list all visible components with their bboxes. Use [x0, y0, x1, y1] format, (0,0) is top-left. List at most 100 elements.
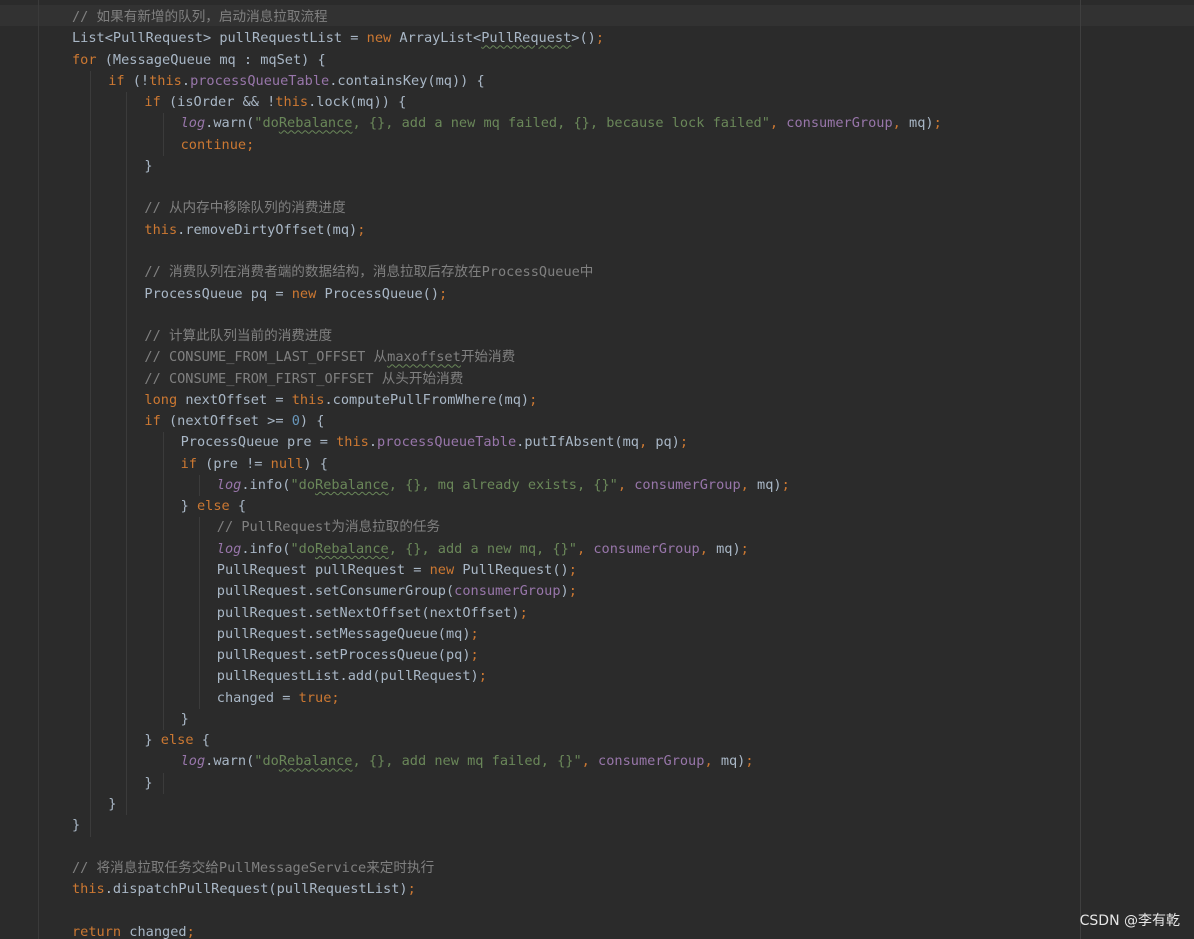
code-line[interactable]: log.info("doRebalance, {}, mq already ex…: [217, 475, 790, 496]
code-token: if: [144, 94, 169, 111]
code-line[interactable]: this.removeDirtyOffset(mq);: [144, 220, 365, 241]
code-token: 开始消费: [460, 349, 516, 366]
code-token: ;: [781, 476, 790, 493]
indent-guide: [199, 474, 200, 497]
code-token: // CONSUME_FROM_FIRST_OFFSET 从头开始消费: [144, 370, 464, 387]
code-line[interactable]: if (!this.processQueueTable.containsKey(…: [108, 71, 485, 92]
code-token: if: [180, 455, 206, 472]
code-token: ;: [568, 583, 577, 600]
code-line[interactable]: }: [144, 773, 152, 794]
code-token: ;: [186, 923, 195, 939]
code-token: }: [144, 732, 161, 749]
indent-guide: [126, 92, 127, 816]
code-token: ) {: [299, 413, 325, 430]
code-token: ,: [769, 115, 787, 132]
code-token: consumerGroup: [593, 540, 700, 557]
code-line[interactable]: // 消费队列在消费者端的数据结构，消息拉取后存放在ProcessQueue中: [144, 262, 593, 283]
code-token: .: [368, 434, 378, 451]
code-token: ;: [679, 434, 689, 451]
code-line[interactable]: } else {: [181, 496, 246, 517]
code-line[interactable]: if (nextOffset >= 0) {: [144, 411, 324, 432]
watermark: CSDN @李有乾: [1079, 913, 1180, 929]
indent-guide: [199, 517, 200, 709]
code-line[interactable]: PullRequest pullRequest = new PullReques…: [217, 560, 577, 581]
code-token: .removeDirtyOffset(mq): [177, 221, 358, 238]
code-line[interactable]: } else {: [144, 730, 209, 751]
code-line[interactable]: }: [144, 156, 152, 177]
code-token: pullRequest.setMessageQueue(mq): [216, 625, 471, 642]
code-token: for: [72, 51, 105, 68]
code-token: 0: [291, 413, 300, 430]
code-line[interactable]: // 从内存中移除队列的消费进度: [144, 198, 345, 219]
code-line[interactable]: }: [72, 815, 80, 836]
code-token: {: [237, 498, 247, 515]
code-token: log: [180, 753, 206, 770]
code-line[interactable]: log.info("doRebalance, {}, add a new mq,…: [217, 539, 749, 560]
code-token: ) {: [303, 455, 328, 472]
code-line[interactable]: ProcessQueue pq = new ProcessQueue();: [144, 284, 447, 305]
code-token: ;: [529, 391, 538, 408]
code-token: }: [108, 795, 117, 812]
code-line[interactable]: continue;: [181, 135, 255, 156]
code-token: // 从内存中移除队列的消费进度: [144, 200, 346, 217]
code-token: this: [275, 94, 309, 111]
code-token: }: [72, 817, 81, 834]
code-token: // 将消息拉取任务交给PullMessageService来定时执行: [72, 859, 435, 876]
code-token: ): [560, 583, 569, 600]
code-token: ;: [439, 285, 448, 302]
code-token: .warn(: [205, 115, 255, 132]
code-token: nextOffset =: [185, 391, 292, 408]
code-token: .computePullFromWhere(mq): [324, 391, 530, 408]
code-token: // 消费队列在消费者端的数据结构，消息拉取后存放在ProcessQueue中: [144, 264, 594, 281]
code-token: null: [270, 455, 304, 472]
code-line[interactable]: // 计算此队列当前的消费进度: [144, 326, 332, 347]
code-token: ;: [407, 881, 416, 898]
code-line[interactable]: log.warn("doRebalance, {}, add new mq fa…: [181, 751, 754, 772]
code-token: pullRequest.setNextOffset(nextOffset): [216, 604, 520, 621]
code-line[interactable]: pullRequestList.add(pullRequest);: [217, 666, 487, 687]
code-token: else: [196, 498, 238, 515]
code-line[interactable]: pullRequest.setConsumerGroup(consumerGro…: [217, 581, 577, 602]
code-token: ProcessQueue(): [324, 285, 440, 302]
code-token: ,: [740, 476, 758, 493]
code-line[interactable]: List<PullRequest> pullRequestList = new …: [72, 28, 604, 49]
code-line[interactable]: pullRequest.setMessageQueue(mq);: [217, 624, 479, 645]
code-token: consumerGroup: [598, 753, 705, 770]
code-token: ,: [699, 540, 717, 557]
code-token: pullRequest.setProcessQueue(pq): [216, 647, 471, 664]
code-line[interactable]: pullRequest.setProcessQueue(pq);: [217, 645, 479, 666]
code-token: consumerGroup: [454, 583, 561, 600]
code-token: changed: [129, 923, 187, 939]
code-line[interactable]: return changed;: [72, 922, 195, 939]
code-token: ;: [568, 562, 577, 579]
code-token: maxoffset: [387, 349, 461, 366]
code-line[interactable]: if (pre != null) {: [181, 454, 328, 475]
code-line[interactable]: // PullRequest为消息拉取的任务: [217, 517, 440, 538]
code-token: this: [336, 434, 369, 451]
code-line[interactable]: ProcessQueue pre = this.processQueueTabl…: [181, 432, 688, 453]
code-line[interactable]: }: [181, 709, 189, 730]
code-editor[interactable]: // 如果有新增的队列，启动消息拉取流程 List<PullRequest> pu…: [0, 0, 1194, 939]
code-line[interactable]: // 如果有新增的队列，启动消息拉取流程: [72, 7, 328, 28]
code-line[interactable]: this.dispatchPullRequest(pullRequestList…: [72, 879, 416, 900]
code-token: PullRequest(): [462, 562, 569, 579]
code-line[interactable]: long nextOffset = this.computePullFromWh…: [144, 390, 537, 411]
code-token: ,: [576, 540, 594, 557]
code-line[interactable]: // CONSUME_FROM_LAST_OFFSET 从maxoffset开始…: [144, 347, 515, 368]
code-token: "do: [254, 115, 279, 132]
code-line[interactable]: changed = true;: [217, 688, 340, 709]
code-line[interactable]: // 将消息拉取任务交给PullMessageService来定时执行: [72, 858, 434, 879]
indent-guide: [163, 113, 164, 156]
code-line[interactable]: log.warn("doRebalance, {}, add a new mq …: [181, 113, 942, 134]
code-line[interactable]: if (isOrder && !this.lock(mq)) {: [144, 92, 406, 113]
code-token: ;: [595, 30, 605, 47]
code-token: ,: [892, 115, 910, 132]
code-token: log: [216, 476, 242, 493]
code-line[interactable]: pullRequest.setNextOffset(nextOffset);: [217, 603, 528, 624]
code-line[interactable]: // CONSUME_FROM_FIRST_OFFSET 从头开始消费: [144, 369, 463, 390]
code-line[interactable]: }: [108, 794, 116, 815]
code-token: ;: [745, 753, 754, 770]
code-line[interactable]: for (MessageQueue mq : mqSet) {: [72, 50, 326, 71]
code-token: new: [429, 562, 463, 579]
code-token: return: [72, 923, 130, 939]
